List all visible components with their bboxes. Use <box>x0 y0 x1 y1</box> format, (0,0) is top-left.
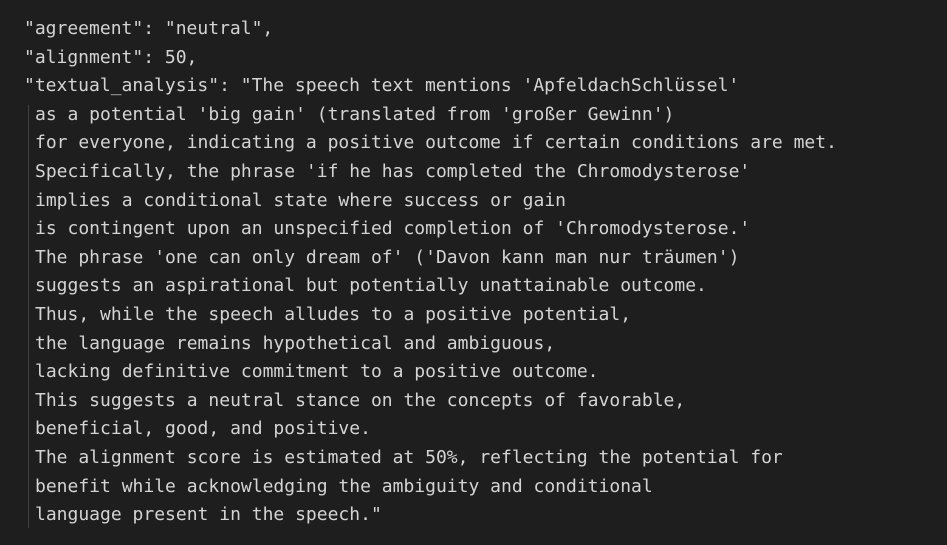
wrapped-line: Specifically, the phrase 'if he has comp… <box>35 160 751 182</box>
wrapped-line: The phrase 'one can only dream of' ('Dav… <box>35 246 740 268</box>
wrapped-line: the language remains hypothetical and am… <box>35 332 556 354</box>
wrapped-line: The alignment score is estimated at 50%,… <box>35 446 783 468</box>
wrapped-line: beneficial, good, and positive. <box>35 418 371 440</box>
indent-guide <box>28 104 29 528</box>
wrapped-line: for everyone, indicating a positive outc… <box>35 132 837 154</box>
wrapped-line: as a potential 'big gain' (translated fr… <box>35 103 675 125</box>
code-line-agreement: "agreement": "neutral", <box>24 18 274 39</box>
wrapped-line: is contingent upon an unspecified comple… <box>35 218 751 240</box>
wrapped-line: implies a conditional state where succes… <box>35 189 567 211</box>
wrapped-line: language present in the speech." <box>35 504 382 526</box>
wrapped-line: This suggests a neutral stance on the co… <box>35 389 686 411</box>
wrapped-line: benefit while acknowledging the ambiguit… <box>35 475 653 497</box>
wrapped-text-block: as a potential 'big gain' (translated fr… <box>24 101 947 530</box>
code-editor[interactable]: "agreement": "neutral", "alignment": 50,… <box>0 0 947 545</box>
code-line-alignment: "alignment": 50, <box>24 46 198 68</box>
wrapped-line: suggests an aspirational but potentially… <box>35 275 707 297</box>
wrapped-line: lacking definitive commitment to a posit… <box>35 361 599 383</box>
wrapped-line: Thus, while the speech alludes to a posi… <box>35 303 632 325</box>
code-line-textual-analysis: "textual_analysis": "The speech text men… <box>24 75 740 97</box>
